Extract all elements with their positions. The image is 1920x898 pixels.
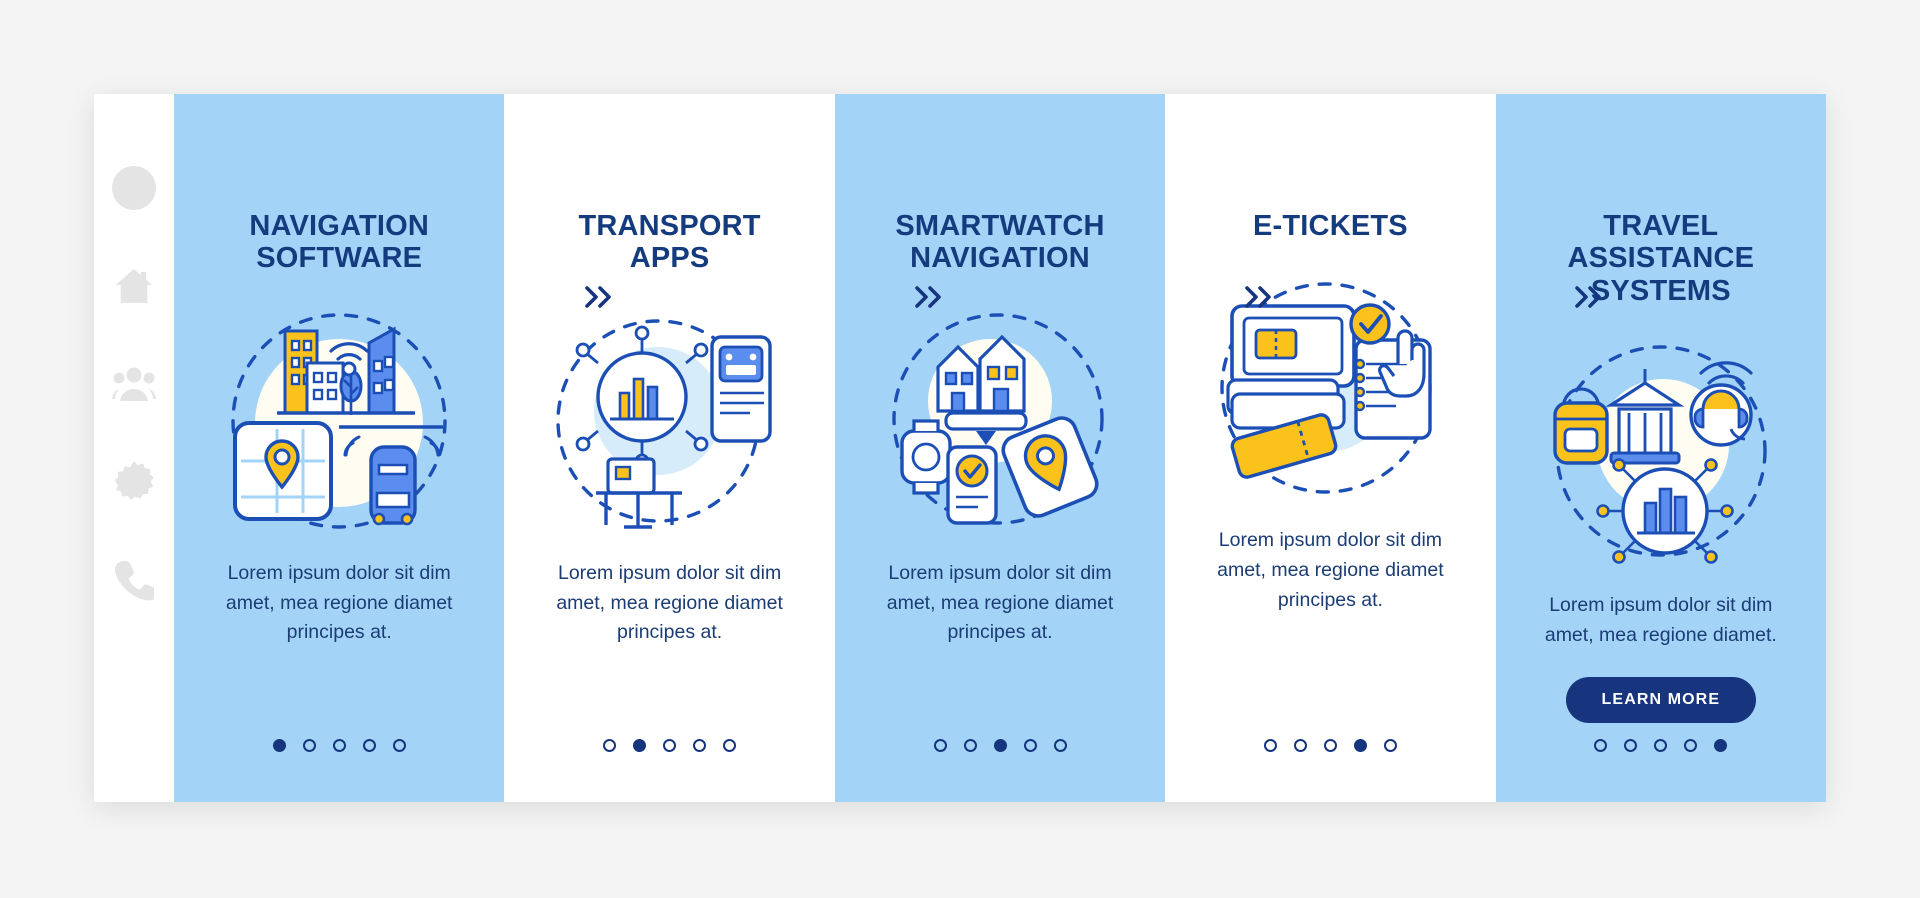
sidebar-item-profile[interactable] — [112, 166, 156, 210]
user-avatar-icon — [112, 166, 156, 210]
sidebar-item-community[interactable] — [112, 362, 156, 406]
card-title: TRAVEL ASSISTANCE SYSTEMS — [1519, 210, 1803, 307]
dot-1[interactable] — [1263, 739, 1277, 752]
dot-1[interactable] — [603, 739, 617, 752]
card-title-line: NAVIGATION — [910, 242, 1090, 275]
onboarding-card-travel-assistance-systems[interactable]: TRAVEL ASSISTANCE SYSTEMS Lorem ipsum do… — [1495, 94, 1827, 802]
pagination-dots[interactable] — [174, 739, 504, 752]
smartwatch-navigation-illustration — [880, 301, 1120, 541]
learn-more-button[interactable]: LEARN MORE — [1565, 676, 1757, 723]
double-chevron-right-icon — [585, 286, 611, 308]
card-title-line: SOFTWARE — [256, 242, 423, 275]
dot-5[interactable] — [392, 739, 406, 752]
card-title-line: NAVIGATION — [249, 210, 430, 242]
card-title-line: SMARTWATCH — [895, 210, 1105, 242]
dot-1[interactable] — [272, 739, 286, 752]
separator-chevron-2 — [913, 284, 947, 310]
dot-4[interactable] — [693, 739, 707, 752]
dot-2[interactable] — [633, 739, 647, 752]
dot-3[interactable] — [663, 739, 677, 752]
city-map-navigation-illustration — [219, 301, 459, 541]
dot-4[interactable] — [1684, 739, 1698, 752]
card-body-text: Lorem ipsum dolor sit dim amet, mea regi… — [1217, 529, 1444, 611]
card-body-text: Lorem ipsum dolor sit dim amet, mea regi… — [225, 561, 453, 644]
dot-2[interactable] — [1624, 739, 1638, 752]
card-title: E-TICKETS — [1188, 210, 1472, 242]
dot-3[interactable] — [1654, 739, 1668, 752]
card-title-line: TRANSPORT — [578, 210, 761, 242]
dot-5[interactable] — [1714, 739, 1728, 752]
double-chevron-right-icon — [1245, 286, 1271, 308]
double-chevron-right-icon — [915, 286, 941, 308]
dot-2[interactable] — [1293, 739, 1307, 752]
separator-chevron-4 — [1573, 284, 1607, 310]
dot-3[interactable] — [332, 739, 346, 752]
onboarding-card-transport-apps[interactable]: TRANSPORT APPS Lorem ipsum dolor sit dim… — [504, 94, 835, 802]
card-title: SMARTWATCH NAVIGATION — [858, 210, 1142, 275]
dot-3[interactable] — [1323, 739, 1337, 752]
onboarding-card-e-tickets[interactable]: E-TICKETS Lorem ipsum dolor sit dim amet… — [1165, 94, 1496, 802]
transport-apps-illustration — [550, 301, 790, 541]
sidebar-item-contact[interactable] — [112, 558, 156, 602]
home-icon — [113, 265, 155, 307]
dot-5[interactable] — [1383, 739, 1397, 752]
pagination-dots[interactable] — [1496, 739, 1826, 752]
travel-assistance-illustration — [1541, 333, 1781, 573]
phone-icon — [114, 559, 154, 601]
dot-4[interactable] — [362, 739, 376, 752]
card-title-line: E-TICKETS — [1252, 210, 1408, 242]
pagination-dots[interactable] — [835, 739, 1165, 752]
card-title-line: TRAVEL — [1603, 210, 1719, 242]
people-group-icon — [112, 363, 156, 405]
card-title: NAVIGATION SOFTWARE — [197, 210, 481, 275]
screen-root: NAVIGATION SOFTWARE Lorem ipsum dolor si… — [0, 0, 1920, 898]
card-body-text: Lorem ipsum dolor sit dim amet, mea regi… — [1544, 594, 1777, 647]
card-title: TRANSPORT APPS — [528, 210, 812, 275]
separator-chevron-3 — [1243, 284, 1277, 310]
card-title-line: SYSTEMS — [1590, 274, 1731, 307]
gear-icon — [113, 461, 155, 503]
onboarding-board: NAVIGATION SOFTWARE Lorem ipsum dolor si… — [94, 94, 1827, 802]
sidebar-item-home[interactable] — [112, 264, 156, 308]
dot-1[interactable] — [1594, 739, 1608, 752]
pagination-dots[interactable] — [1165, 739, 1495, 752]
card-title-line: ASSISTANCE — [1567, 242, 1755, 275]
dot-2[interactable] — [302, 739, 316, 752]
separator-chevron-1 — [583, 284, 617, 310]
onboarding-cards: NAVIGATION SOFTWARE Lorem ipsum dolor si… — [174, 94, 1827, 802]
card-title-line: APPS — [629, 242, 710, 275]
pagination-dots[interactable] — [504, 739, 834, 752]
dot-5[interactable] — [723, 739, 737, 752]
dot-4[interactable] — [1353, 739, 1367, 752]
card-body-text: Lorem ipsum dolor sit dim amet, mea regi… — [886, 561, 1114, 644]
double-chevron-right-icon — [1575, 286, 1601, 308]
onboarding-card-navigation-software[interactable]: NAVIGATION SOFTWARE Lorem ipsum dolor si… — [174, 94, 505, 802]
dot-3[interactable] — [993, 739, 1007, 752]
onboarding-card-smartwatch-navigation[interactable]: SMARTWATCH NAVIGATION Lorem ipsum dolor … — [834, 94, 1166, 802]
dot-2[interactable] — [963, 739, 977, 752]
sidebar-item-settings[interactable] — [112, 460, 156, 504]
dot-4[interactable] — [1023, 739, 1037, 752]
sidebar-nav — [94, 94, 174, 802]
dot-5[interactable] — [1053, 739, 1067, 752]
card-body-text: Lorem ipsum dolor sit dim amet, mea regi… — [556, 561, 783, 644]
dot-1[interactable] — [933, 739, 947, 752]
